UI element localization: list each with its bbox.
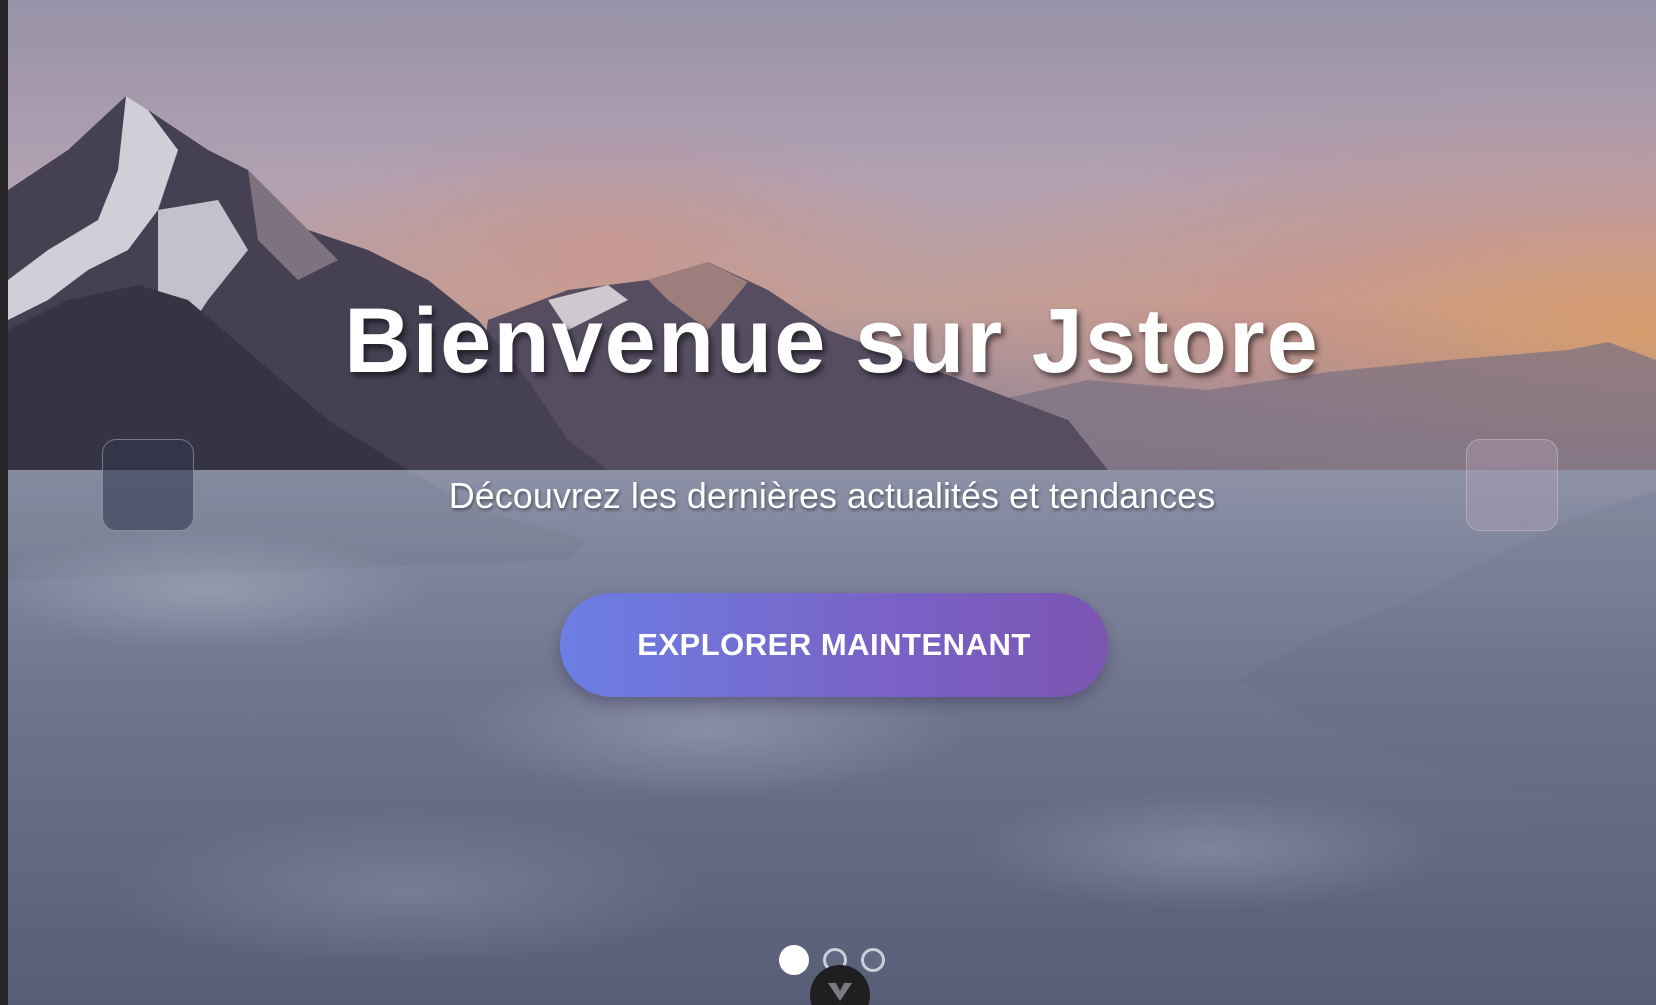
hero-subtitle: Découvrez les dernières actualités et te… <box>448 475 1216 516</box>
carousel-dot-3[interactable] <box>861 948 885 972</box>
explore-now-button[interactable]: EXPLORER MAINTENANT <box>560 593 1108 697</box>
chevron-down-icon <box>828 983 852 1001</box>
hero-slider: Bienvenue sur Jstore Découvrez les derni… <box>8 0 1656 1005</box>
hero-title: Bienvenue sur Jstore <box>344 290 1320 392</box>
carousel-prev-button[interactable] <box>102 439 194 531</box>
carousel-next-button[interactable] <box>1466 439 1558 531</box>
carousel-dot-1[interactable] <box>779 945 809 975</box>
window-edge <box>0 0 8 1005</box>
